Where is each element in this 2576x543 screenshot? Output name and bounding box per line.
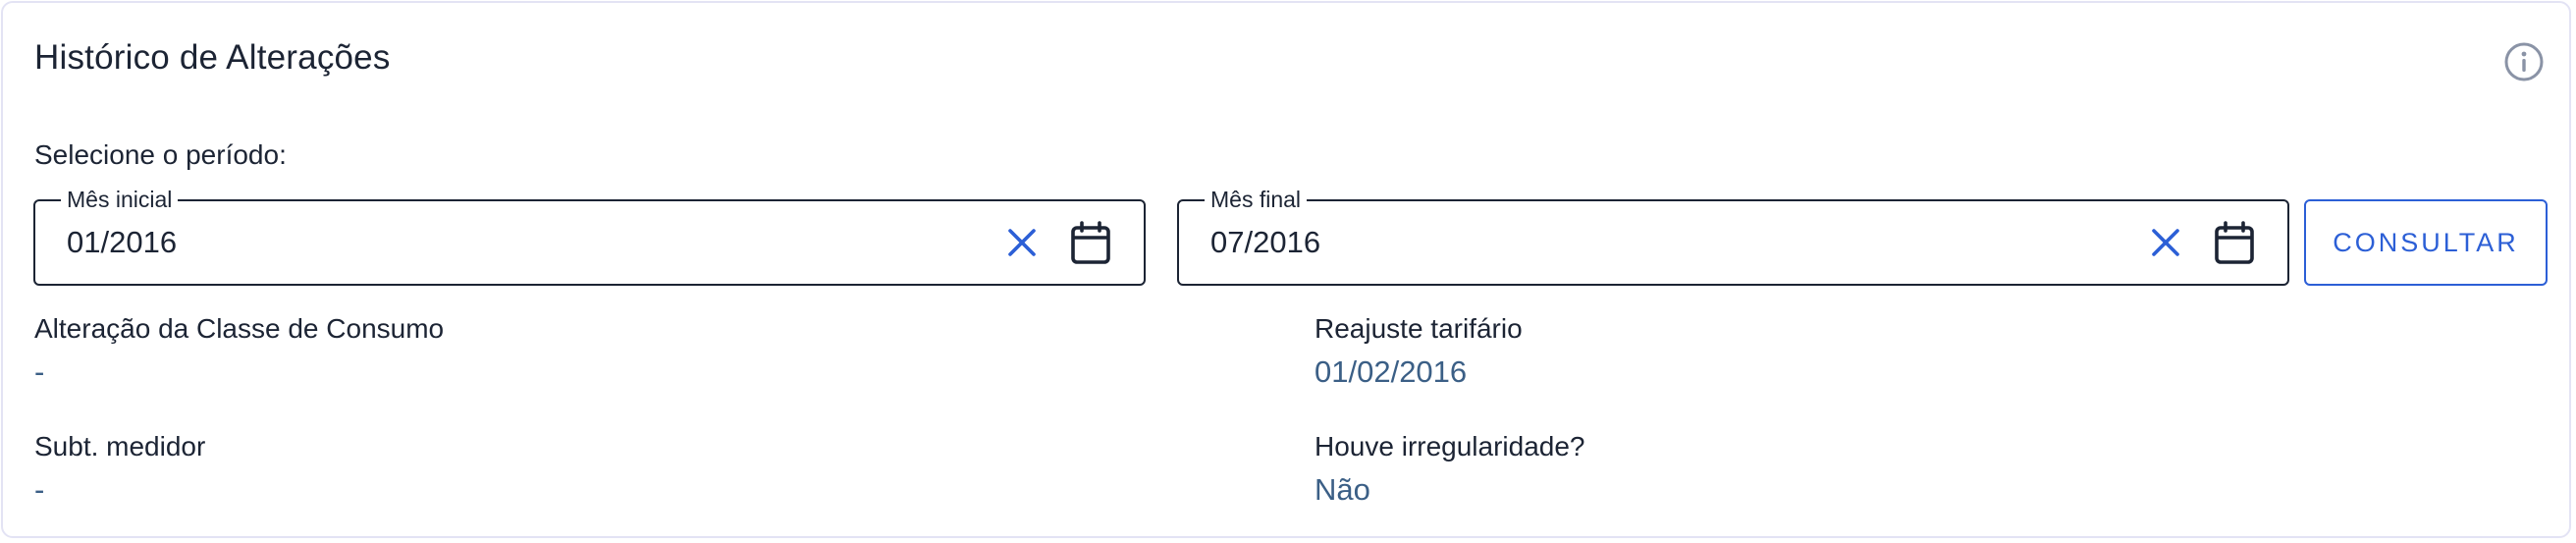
end-month-value[interactable]: 07/2016 [1210,225,1320,260]
tariff-adjustment-label: Reajuste tarifário [1315,313,1523,344]
consult-button[interactable]: CONSULTAR [2304,199,2548,286]
start-month-value[interactable]: 01/2016 [67,225,177,260]
start-month-legend: Mês inicial [61,187,179,212]
consumption-class-label: Alteração da Classe de Consumo [34,313,445,344]
start-month-field[interactable]: Mês inicial 01/2016 [33,187,1146,286]
clear-end-month-icon[interactable] [2146,223,2185,262]
end-month-field[interactable]: Mês final 07/2016 [1177,187,2289,286]
clear-start-month-icon[interactable] [1002,223,1042,262]
end-month-legend: Mês final [1205,187,1308,212]
consumption-class-value: - [34,354,45,389]
end-month-calendar-icon[interactable] [2213,221,2256,266]
tariff-adjustment-value: 01/02/2016 [1315,354,1468,389]
irregularity-label: Houve irregularidade? [1315,431,1585,462]
history-card: Histórico de Alterações Selecione o perí… [1,1,2571,538]
meter-substitution-label: Subt. medidor [34,431,206,462]
info-icon[interactable] [2502,40,2546,83]
panel-title: Histórico de Alterações [34,38,391,77]
period-label: Selecione o período: [34,139,287,170]
meter-substitution-value: - [34,472,45,507]
irregularity-value: Não [1315,472,1370,507]
start-month-calendar-icon[interactable] [1069,221,1112,266]
